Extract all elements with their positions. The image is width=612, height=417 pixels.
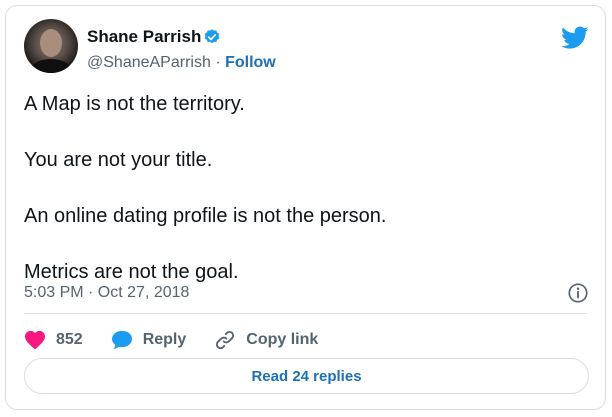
like-count: 852 — [56, 331, 83, 348]
separator: · — [215, 54, 221, 71]
tweet-card: Shane Parrish @ShaneAParrish · Follow A … — [5, 5, 606, 410]
avatar-shirt — [30, 59, 72, 73]
speech-bubble-icon — [111, 330, 132, 349]
tweet-line: A Map is not the territory. — [24, 93, 245, 115]
tweet-line: An online dating profile is not the pers… — [24, 205, 387, 227]
follow-button[interactable]: Follow — [225, 54, 276, 71]
tweet-timestamp[interactable]: 5:03 PM · Oct 27, 2018 — [24, 284, 189, 302]
copy-link-button[interactable]: Copy link — [214, 329, 318, 351]
twitter-bird-icon[interactable] — [561, 26, 589, 50]
reply-label: Reply — [142, 331, 187, 348]
copy-link-label: Copy link — [246, 331, 319, 348]
tweet-line: Metrics are not the goal. — [24, 261, 239, 283]
verified-badge-icon — [204, 29, 220, 44]
read-replies-button[interactable]: Read 24 replies — [24, 358, 589, 394]
author-name[interactable]: Shane Parrish — [87, 27, 201, 47]
like-button[interactable]: 852 — [24, 330, 83, 350]
tweet-line: You are not your title. — [24, 149, 213, 171]
heart-icon — [25, 330, 45, 350]
link-icon — [216, 330, 235, 350]
action-bar: 852 Reply Copy link — [24, 326, 346, 354]
handle-row: @ShaneAParrish · Follow — [87, 54, 276, 72]
info-icon[interactable] — [567, 282, 589, 304]
tweet-text: A Map is not the territory. You are not … — [24, 92, 584, 316]
author-handle[interactable]: @ShaneAParrish — [87, 54, 211, 71]
reply-button[interactable]: Reply — [111, 330, 187, 350]
divider — [24, 313, 587, 314]
avatar-head — [40, 29, 62, 57]
avatar[interactable] — [24, 19, 78, 73]
